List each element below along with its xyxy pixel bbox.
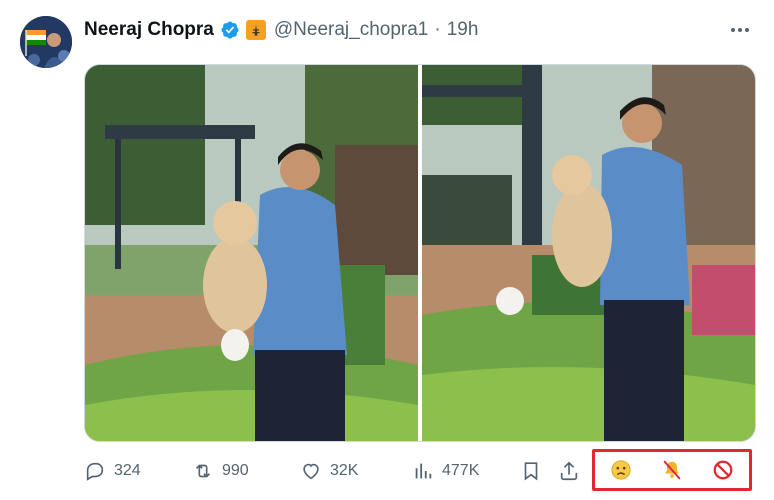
- verified-badge-icon: [221, 21, 239, 39]
- reply-icon: [86, 462, 104, 481]
- author-name[interactable]: Neeraj Chopra: [84, 19, 214, 41]
- sad-face-icon[interactable]: [610, 459, 632, 481]
- bookmark-icon: [524, 462, 538, 481]
- like-button[interactable]: 32K: [300, 460, 412, 482]
- reply-button[interactable]: 324: [84, 460, 192, 482]
- retweet-icon: [195, 464, 211, 478]
- timestamp[interactable]: 19h: [447, 19, 479, 41]
- photo-2[interactable]: [422, 65, 755, 441]
- block-icon[interactable]: [712, 459, 734, 481]
- separator-dot: ·: [434, 19, 441, 40]
- share-button[interactable]: [558, 460, 594, 482]
- views-button[interactable]: 477K: [412, 460, 520, 482]
- action-bar: 324 990 32K 477K: [84, 452, 594, 490]
- author-handle[interactable]: @Neeraj_chopra1: [274, 19, 429, 41]
- affiliation-badge-icon: [245, 20, 266, 40]
- views-chart-icon: [415, 463, 432, 479]
- highlighted-actions: [592, 449, 752, 491]
- avatar[interactable]: [20, 16, 72, 68]
- more-options-icon[interactable]: [728, 20, 752, 40]
- photo-2-image: [422, 65, 755, 441]
- mute-bell-icon[interactable]: [661, 459, 683, 481]
- retweet-button[interactable]: 990: [192, 460, 300, 482]
- photo-1-image: [85, 65, 418, 441]
- retweet-count: 990: [222, 462, 249, 479]
- tweet-header: Neeraj Chopra @Neeraj_chopra1 · 19h: [84, 18, 478, 42]
- bookmark-button[interactable]: [520, 460, 558, 482]
- like-count: 32K: [330, 462, 359, 479]
- views-count: 477K: [442, 462, 480, 479]
- reply-count: 324: [114, 462, 141, 479]
- photo-1[interactable]: [85, 65, 418, 441]
- heart-icon: [303, 463, 319, 480]
- media-grid: [84, 64, 756, 442]
- share-icon: [560, 461, 578, 481]
